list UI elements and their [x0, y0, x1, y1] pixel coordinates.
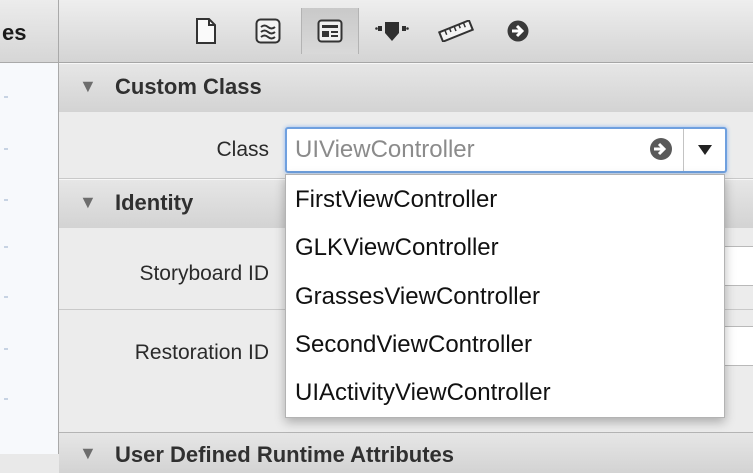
user-defined-runtime-attributes-title: User Defined Runtime Attributes [115, 442, 455, 467]
class-combo-box[interactable]: UIViewController [285, 127, 727, 173]
utilities-inspector: ▼ Custom Class Class ▼ Identity Storyboa… [59, 0, 753, 473]
go-to-class-arrow-icon[interactable] [649, 137, 673, 161]
restoration-id-label: Restoration ID [134, 341, 269, 364]
identity-title: Identity [115, 190, 194, 215]
guide-tick [4, 398, 8, 400]
class-dropdown-button[interactable] [683, 129, 726, 171]
disclosure-triangle-icon[interactable]: ▼ [79, 76, 97, 97]
class-suggestions-list: FirstViewController GLKViewController Gr… [285, 174, 725, 418]
navigator-header: es [0, 0, 58, 63]
class-option[interactable]: GLKViewController [295, 234, 499, 262]
class-option[interactable]: UIActivityViewController [295, 379, 551, 407]
class-input[interactable]: UIViewController [295, 136, 475, 164]
navigator-pane: es [0, 0, 59, 454]
size-inspector-tab[interactable] [427, 8, 485, 54]
file-inspector-tab[interactable] [177, 8, 235, 54]
guide-tick [4, 199, 8, 201]
class-option[interactable]: FirstViewController [295, 186, 497, 214]
connections-inspector-icon [507, 20, 529, 42]
disclosure-triangle-icon[interactable]: ▼ [79, 192, 97, 213]
identity-inspector-icon [317, 19, 343, 43]
class-option[interactable]: GrassesViewController [295, 283, 540, 311]
file-inspector-icon [196, 18, 216, 44]
class-label: Class [216, 138, 269, 161]
attributes-inspector-tab[interactable] [363, 8, 421, 54]
attributes-inspector-icon [375, 22, 409, 41]
custom-class-section-header[interactable]: ▼ Custom Class [59, 63, 753, 113]
identity-inspector-tab[interactable] [301, 8, 359, 54]
guide-tick [4, 148, 8, 150]
connections-inspector-tab[interactable] [489, 8, 547, 54]
chevron-down-icon [698, 145, 712, 155]
quick-help-icon [255, 18, 281, 44]
user-defined-runtime-attributes-header[interactable]: ▼ User Defined Runtime Attributes [59, 432, 753, 473]
size-inspector-icon [438, 20, 474, 42]
guide-tick [4, 246, 8, 248]
custom-class-title: Custom Class [115, 74, 262, 99]
navigator-title: es [2, 20, 27, 45]
guide-tick [4, 96, 8, 98]
class-option[interactable]: SecondViewController [295, 331, 532, 359]
guide-tick [4, 296, 8, 298]
guide-tick [4, 348, 8, 350]
quick-help-tab[interactable] [239, 8, 297, 54]
storyboard-id-label: Storyboard ID [139, 262, 269, 285]
inspector-selector-bar [59, 0, 753, 63]
